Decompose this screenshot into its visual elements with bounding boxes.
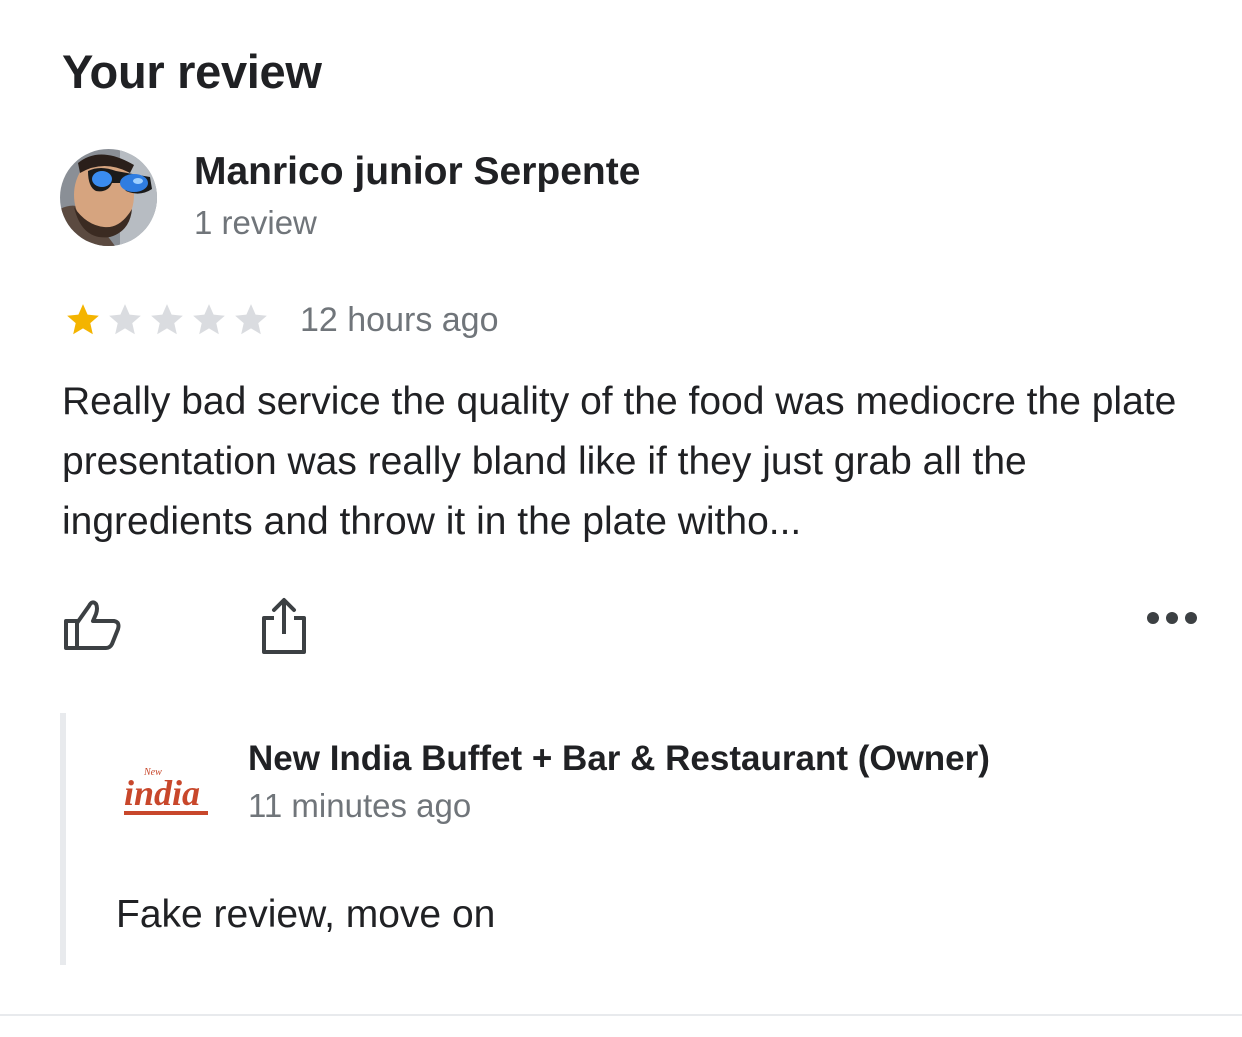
share-button[interactable]	[258, 596, 310, 661]
review-text[interactable]: Really bad service the quality of the fo…	[62, 372, 1187, 552]
star-filled-icon	[67, 304, 99, 335]
owner-name[interactable]: New India Buffet + Bar & Restaurant (Own…	[248, 739, 990, 779]
star-empty-icon	[235, 304, 267, 335]
bottom-divider	[0, 1014, 1242, 1016]
star-empty-icon	[193, 304, 225, 335]
author-avatar[interactable]	[60, 149, 157, 246]
owner-reply-text: Fake review, move on	[116, 893, 496, 936]
rating-row: 12 hours ago	[62, 300, 499, 340]
author-name[interactable]: Manrico junior Serpente	[194, 150, 640, 194]
like-button[interactable]	[62, 596, 122, 659]
thumbs-up-icon	[64, 600, 121, 650]
owner-logo: New india	[122, 761, 212, 821]
more-horizontal-icon	[1147, 612, 1197, 624]
more-options-button[interactable]	[1146, 610, 1198, 629]
share-icon	[262, 598, 306, 654]
star-empty-icon	[109, 304, 141, 335]
review-time: 12 hours ago	[300, 300, 499, 339]
section-title: Your review	[62, 45, 322, 98]
owner-reply: New india New India Buffet + Bar & Resta…	[60, 713, 1186, 965]
avatar-photo	[60, 149, 157, 246]
author-review-count: 1 review	[194, 204, 317, 241]
star-rating	[62, 301, 272, 339]
logo-text: india	[124, 773, 200, 813]
review-actions	[62, 596, 1198, 656]
owner-reply-time: 11 minutes ago	[248, 787, 472, 824]
star-empty-icon	[151, 304, 183, 335]
restaurant-logo-icon: New india	[124, 767, 208, 815]
